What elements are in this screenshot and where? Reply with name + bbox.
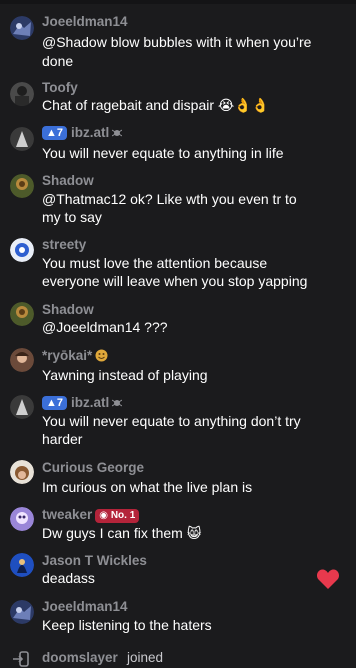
avatar[interactable] [10,348,34,372]
username[interactable]: Shadow [42,302,94,318]
username[interactable]: streety [42,237,86,253]
avatar[interactable] [10,174,34,198]
message-text: Yawning instead of playing [42,367,208,383]
username-row: ▲7 ibz.atl [42,125,123,141]
avatar[interactable] [10,600,34,624]
message-text: Chat of ragebait and dispair 😭👌👌 [42,97,270,113]
username[interactable]: *ryōkai* [42,348,92,363]
message-text: Keep listening to the haters [42,617,212,633]
join-arrow-icon [13,651,29,667]
join-username[interactable]: doomslayer [42,650,118,665]
message-text: @Shadow blow bubbles with it when you’re [42,34,312,50]
avatar[interactable] [10,16,34,40]
rank-badge-icon: ◉ No. 1 [95,509,140,523]
username[interactable]: ibz.atl [71,125,109,140]
username[interactable]: Joeeldman14 [42,14,128,30]
message-text: deadass [42,570,95,586]
spider-icon [112,399,123,407]
username[interactable]: Curious George [42,460,144,476]
avatar[interactable] [10,507,34,531]
username[interactable]: Joeeldman14 [42,599,128,615]
avatar[interactable] [10,302,34,326]
username[interactable]: Toofy [42,80,78,96]
spider-icon [112,129,123,137]
level-badge-icon: ▲7 [42,126,68,140]
message-text: @Joeeldman14 ??? [42,319,168,335]
avatar[interactable] [10,460,34,484]
message-text: Dw guys I can fix them 😸 [42,525,202,541]
level-badge-icon: ▲7 [42,396,68,410]
message-text: harder [42,431,83,447]
username[interactable]: Jason T Wickles [42,553,147,569]
username-row: ▲7 ibz.atl [42,395,123,411]
message-text: You must love the attention because [42,255,268,271]
avatar[interactable] [10,82,34,106]
top-edge [0,0,356,4]
username-row: *ryōkai* [42,348,108,364]
message-text: Im curious on what the live plan is [42,479,253,495]
username[interactable]: tweaker [42,507,92,522]
message-text: everyone will leave when you stop yappin… [42,273,308,289]
username-row: tweaker ◉ No. 1 [42,507,140,523]
message-text: my to say [42,209,102,225]
heart-reaction-icon[interactable] [316,568,340,590]
avatar[interactable] [10,238,34,262]
join-text: joined [127,650,164,665]
username[interactable]: ibz.atl [71,395,109,410]
message-text: done [42,53,74,69]
avatar[interactable] [10,553,34,577]
smile-emoji-icon [95,349,108,362]
message-text: You will never equate to anything don’t … [42,413,301,429]
avatar[interactable] [10,127,34,151]
message-text: @Thatmac12 ok? Like wth you even tr to [42,191,297,207]
avatar[interactable] [10,395,34,419]
message-text: You will never equate to anything in lif… [42,145,284,161]
username[interactable]: Shadow [42,173,94,189]
